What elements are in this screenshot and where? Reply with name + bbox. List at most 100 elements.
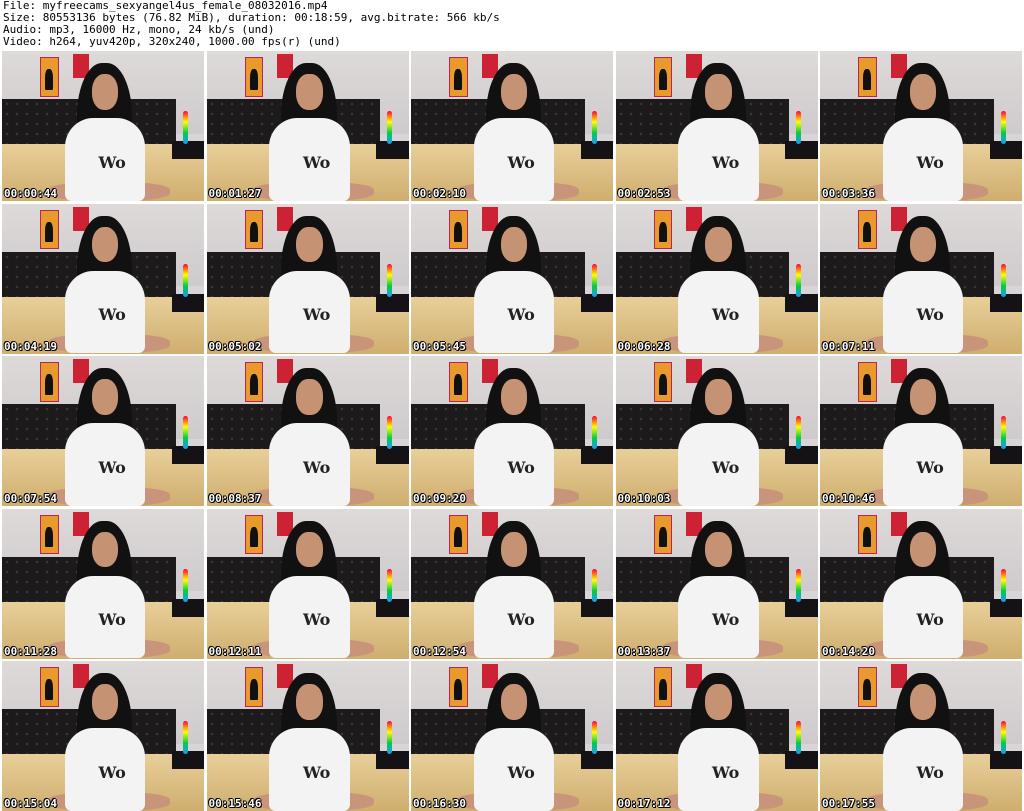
lava-lamp	[1000, 111, 1006, 144]
person-figure	[457, 520, 579, 659]
nightstand	[171, 293, 204, 312]
lava-lamp	[796, 263, 802, 297]
lava-lamp	[182, 111, 188, 144]
thumbnail-timestamp: 00:02:10	[413, 187, 466, 200]
wall-poster	[40, 209, 59, 249]
thumbnail-timestamp: 00:16:30	[413, 797, 466, 810]
wall-poster	[40, 57, 59, 97]
wall-poster	[40, 667, 59, 707]
thumbnail-timestamp: 00:08:37	[208, 492, 262, 505]
video-thumbnail: 00:16:30	[411, 661, 613, 811]
lava-lamp	[591, 721, 597, 754]
video-thumbnail: 00:01:27	[206, 51, 409, 201]
person-figure	[252, 520, 375, 659]
nightstand	[171, 598, 204, 617]
nightstand	[580, 141, 613, 159]
thumbnail-grid: 00:00:44 00:01:27 00:02:10 00:02:53 00:03:36…	[2, 51, 1022, 811]
nightstand	[171, 446, 204, 464]
person-figure	[866, 215, 988, 354]
video-thumbnail: 00:12:11	[206, 508, 409, 659]
person-figure	[661, 368, 784, 506]
wall-poster	[858, 57, 877, 97]
wall-poster	[449, 514, 468, 554]
nightstand	[376, 141, 409, 159]
video-thumbnail: 00:15:04	[2, 661, 204, 811]
thumbnail-timestamp: 00:05:45	[413, 339, 466, 353]
thumbnail-timestamp: 00:09:20	[413, 492, 466, 505]
nightstand	[376, 751, 409, 769]
video-thumbnail: 00:03:36	[820, 51, 1022, 201]
thumbnail-timestamp: 00:02:53	[617, 187, 671, 200]
thumbnail-timestamp: 00:10:03	[617, 492, 671, 505]
thumbnail-timestamp: 00:05:02	[208, 339, 262, 353]
nightstand	[580, 293, 613, 312]
person-figure	[661, 63, 784, 201]
video-thumbnail: 00:08:37	[206, 356, 409, 506]
video-thumbnail: 00:05:45	[411, 203, 613, 354]
wall-poster	[449, 57, 468, 97]
nightstand	[989, 293, 1022, 312]
nightstand	[580, 598, 613, 617]
person-figure	[661, 520, 784, 659]
thumbnail-timestamp: 00:00:44	[4, 187, 57, 200]
lava-lamp	[1000, 416, 1006, 449]
video-thumbnail: 00:05:02	[206, 203, 409, 354]
person-figure	[457, 368, 579, 506]
video-thumbnail: 00:11:28	[2, 508, 204, 659]
video-thumbnail: 00:02:10	[411, 51, 613, 201]
thumbnail-timestamp: 00:10:46	[822, 492, 875, 505]
person-figure	[48, 63, 170, 201]
nightstand	[171, 751, 204, 769]
wall-poster	[653, 362, 673, 402]
person-figure	[661, 673, 784, 811]
wall-poster	[244, 362, 264, 402]
video-thumbnail: 00:07:54	[2, 356, 204, 506]
nightstand	[989, 141, 1022, 159]
video-thumbnail: 00:10:46	[820, 356, 1022, 506]
thumbnail-timestamp: 00:07:54	[4, 492, 57, 505]
lava-lamp	[591, 111, 597, 144]
lava-lamp	[591, 263, 597, 297]
lava-lamp	[796, 721, 802, 754]
person-figure	[48, 673, 170, 811]
wall-poster	[858, 209, 877, 249]
nightstand	[785, 141, 818, 159]
nightstand	[580, 751, 613, 769]
person-figure	[48, 215, 170, 354]
video-thumbnail: 00:09:20	[411, 356, 613, 506]
wall-poster	[40, 362, 59, 402]
wall-poster	[244, 514, 264, 554]
thumbnail-timestamp: 00:15:46	[208, 797, 262, 810]
thumbnail-timestamp: 00:17:12	[617, 797, 671, 810]
nightstand	[785, 293, 818, 312]
lava-lamp	[182, 416, 188, 449]
person-figure	[48, 368, 170, 506]
wall-poster	[40, 514, 59, 554]
thumbnail-timestamp: 00:14:20	[822, 644, 875, 658]
thumbnail-timestamp: 00:12:54	[413, 644, 466, 658]
thumbnail-timestamp: 00:15:04	[4, 797, 57, 810]
video-thumbnail: 00:00:44	[2, 51, 204, 201]
lava-lamp	[387, 111, 393, 144]
nightstand	[785, 751, 818, 769]
person-figure	[866, 63, 988, 201]
lava-lamp	[387, 263, 393, 297]
nightstand	[989, 598, 1022, 617]
nightstand	[989, 446, 1022, 464]
nightstand	[785, 598, 818, 617]
lava-lamp	[182, 568, 188, 602]
video-thumbnail: 00:10:03	[615, 356, 818, 506]
wall-poster	[449, 209, 468, 249]
wall-poster	[858, 514, 877, 554]
lava-lamp	[591, 416, 597, 449]
lava-lamp	[796, 416, 802, 449]
lava-lamp	[387, 568, 393, 602]
nightstand	[376, 598, 409, 617]
person-figure	[457, 673, 579, 811]
wall-poster	[449, 667, 468, 707]
lava-lamp	[796, 111, 802, 144]
person-figure	[866, 673, 988, 811]
video-thumbnail: 00:06:28	[615, 203, 818, 354]
video-thumbnail: 00:04:19	[2, 203, 204, 354]
wall-poster	[244, 209, 264, 249]
